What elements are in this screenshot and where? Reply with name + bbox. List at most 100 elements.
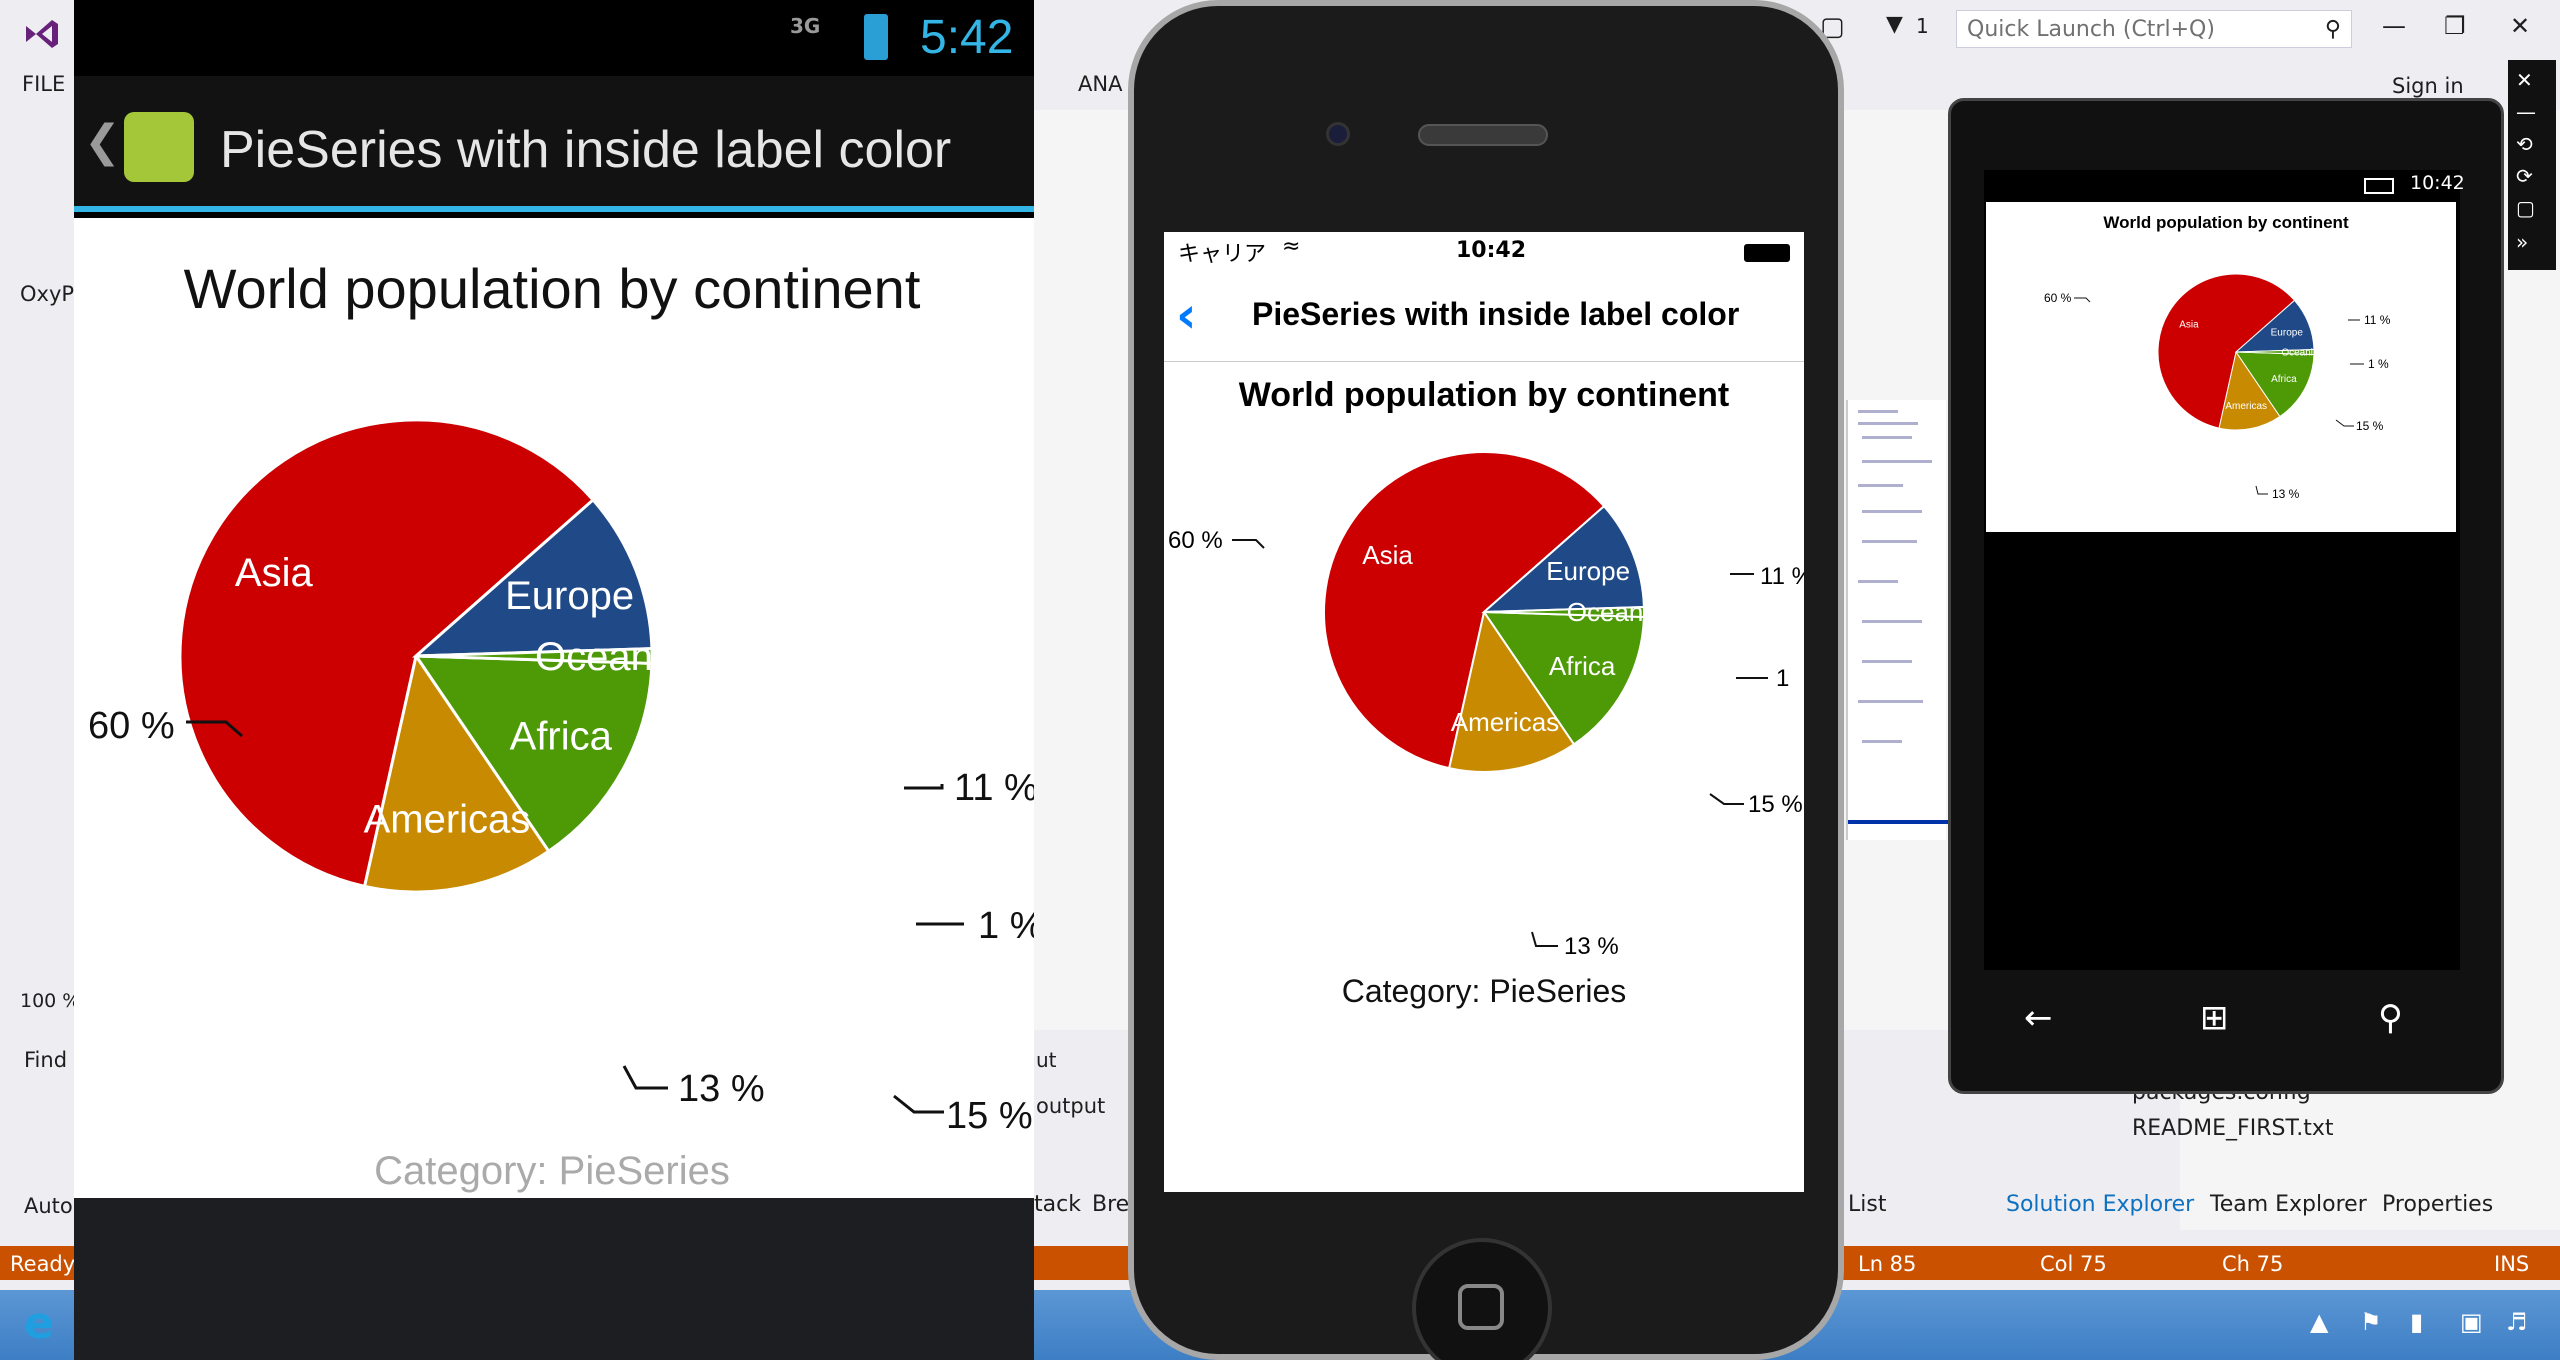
android-back-icon[interactable]: ❮	[84, 116, 121, 167]
wp-asia-percent-label: 60 %	[2044, 291, 2072, 305]
europe-percent-label: 11 %	[954, 767, 1034, 809]
visual-studio-logo-icon	[26, 20, 58, 48]
wp-plot-view[interactable]: World population by continent Africa Amer…	[1986, 202, 2456, 532]
action-center-flag-icon[interactable]: ⚑	[2360, 1308, 2382, 1336]
zoom-level[interactable]: 100 %	[20, 990, 80, 1012]
android-page-title: PieSeries with inside label color	[220, 121, 952, 179]
wp-inside-label-africa: Africa	[2271, 374, 2297, 385]
ios-inside-label-africa: Africa	[1549, 651, 1616, 681]
wp-search-icon[interactable]: ⚲	[2378, 998, 2403, 1038]
find-label[interactable]: Find	[24, 1048, 67, 1072]
wp-tool-rotate-back-icon[interactable]: ⟳	[2516, 164, 2533, 188]
wp-inside-label-oceania: Oceania	[2281, 348, 2319, 359]
ios-europe-percent-label: 11 %	[1760, 563, 1804, 590]
wifi-icon: ≈	[1282, 234, 1301, 259]
wp-battery-icon	[2364, 178, 2394, 194]
ios-carrier: キャリア	[1178, 242, 1267, 267]
output-label: output	[1036, 1094, 1106, 1118]
android-pie-chart[interactable]: World population by continent Africa Amer…	[74, 218, 1043, 1198]
tab-call-stack[interactable]: tack	[1034, 1192, 1081, 1217]
android-inside-label-europe: Europe	[505, 574, 634, 618]
sign-in-link[interactable]: Sign in	[2392, 74, 2464, 98]
filter-count: 1	[1916, 14, 1929, 38]
iphone-speaker	[1418, 124, 1548, 146]
android-plot-view[interactable]: World population by continent Africa Amer…	[74, 218, 1043, 1198]
android-inside-label-oceania: Oceania	[535, 635, 685, 679]
android-inside-label-asia: Asia	[235, 551, 314, 595]
wp-americas-percent-label: 13 %	[2272, 487, 2300, 501]
tab-error-list[interactable]: List	[1848, 1192, 1886, 1217]
wp-tool-rotate-icon[interactable]: ⟲	[2516, 132, 2533, 156]
wp-africa-percent-label: 15 %	[2356, 419, 2384, 433]
status-ready: Ready	[10, 1252, 76, 1276]
tray-arrow-icon[interactable]: ▲	[2310, 1308, 2328, 1336]
android-status-bar: 3G 5:42	[74, 0, 1034, 76]
ios-inside-label-europe: Europe	[1546, 556, 1630, 586]
ios-pie-chart[interactable]: World population by continent Africa Amer…	[1164, 362, 1804, 1062]
wp-inside-label-europe: Europe	[2271, 327, 2304, 338]
ios-americas-percent-label: 13 %	[1564, 933, 1619, 960]
ios-inside-label-oceania: Oceania	[1567, 597, 1664, 627]
ios-category-label: Category: PieSeries	[1342, 973, 1627, 1009]
wp-inside-label-americas: Americas	[2225, 401, 2267, 412]
wp-inside-label-asia: Asia	[2179, 320, 2199, 331]
tab-solution-explorer[interactable]: Solution Explorer	[2006, 1192, 2194, 1217]
wp-clock: 10:42	[2410, 172, 2465, 194]
ios-battery-icon	[1744, 244, 1790, 262]
ios-oceania-percent-label: 1	[1776, 665, 1789, 692]
ios-inside-label-americas: Americas	[1451, 707, 1559, 737]
android-inside-label-africa: Africa	[510, 715, 613, 759]
ios-back-icon[interactable]: ‹	[1176, 286, 1197, 344]
wp-tool-close-icon[interactable]: ✕	[2516, 68, 2533, 92]
status-column: Col 75	[2040, 1252, 2107, 1276]
android-category-label: Category: PieSeries	[374, 1149, 730, 1193]
android-plot-title: World population by continent	[184, 257, 921, 320]
wp-plot-title: World population by continent	[2103, 213, 2349, 232]
ios-plot-title: World population by continent	[1239, 376, 1729, 414]
tab-team-explorer[interactable]: Team Explorer	[2210, 1192, 2367, 1217]
wp-tool-minimize-icon[interactable]: —	[2516, 100, 2536, 124]
menu-analyze[interactable]: ANA	[1078, 72, 1122, 96]
restore-icon[interactable]: ❐	[2444, 12, 2466, 40]
wp-pie-chart[interactable]: World population by continent Africa Amer…	[1986, 202, 2456, 532]
android-app-icon[interactable]	[124, 112, 194, 182]
oceania-percent-label: 1 %	[978, 905, 1034, 947]
quick-launch-placeholder: Quick Launch (Ctrl+Q)	[1967, 17, 2215, 42]
solution-file-readme[interactable]: README_FIRST.txt	[2132, 1116, 2334, 1141]
americas-percent-label: 13 %	[678, 1068, 765, 1110]
asia-percent-label: 60 %	[88, 705, 175, 747]
ios-asia-percent-label: 60 %	[1168, 527, 1223, 554]
android-navigation-area	[74, 1198, 1034, 1360]
status-char: Ch 75	[2222, 1252, 2284, 1276]
quick-launch-input[interactable]: Quick Launch (Ctrl+Q) ⚲	[1956, 10, 2352, 48]
wp-start-icon[interactable]: ⊞	[2200, 998, 2229, 1038]
output-label-ut: ut	[1036, 1048, 1057, 1072]
ios-africa-percent-label: 15 %	[1748, 791, 1803, 818]
android-network-indicator: 3G	[790, 14, 821, 38]
close-icon[interactable]: ✕	[2510, 12, 2530, 40]
internet-explorer-icon[interactable]: e	[24, 1298, 54, 1349]
android-clock: 5:42	[920, 11, 1014, 64]
tab-properties[interactable]: Properties	[2382, 1192, 2493, 1217]
tab-breakpoints[interactable]: Bre	[1092, 1192, 1129, 1217]
africa-percent-label: 15 %	[946, 1095, 1033, 1137]
filter-icon[interactable]: ▼	[1886, 12, 1903, 37]
wp-oceania-percent-label: 1 %	[2368, 357, 2389, 371]
minimize-icon[interactable]: —	[2382, 12, 2406, 40]
ios-clock: 10:42	[1456, 238, 1527, 263]
code-minimap[interactable]	[1846, 400, 1948, 840]
menu-file[interactable]: FILE	[22, 72, 65, 96]
android-emulator: 3G 5:42 ❮ PieSeries with inside label co…	[74, 0, 1043, 1360]
wp-tool-fit-icon[interactable]: ▢	[2516, 196, 2535, 220]
wp-back-icon[interactable]: ←	[2024, 998, 2053, 1038]
search-icon[interactable]: ⚲	[2325, 17, 2341, 42]
network-tray-icon[interactable]: ▣	[2460, 1308, 2483, 1336]
wp-tool-more-icon[interactable]: »	[2516, 230, 2528, 254]
volume-tray-icon[interactable]: ♬	[2506, 1308, 2528, 1336]
status-line: Ln 85	[1858, 1252, 1917, 1276]
oxyplot-tab-label[interactable]: OxyP	[20, 282, 74, 306]
status-insert-mode: INS	[2494, 1252, 2530, 1276]
battery-tray-icon[interactable]: ▮	[2410, 1308, 2423, 1336]
android-inside-label-americas: Americas	[364, 797, 531, 841]
ios-page-title: PieSeries with inside label color	[1252, 296, 1740, 332]
